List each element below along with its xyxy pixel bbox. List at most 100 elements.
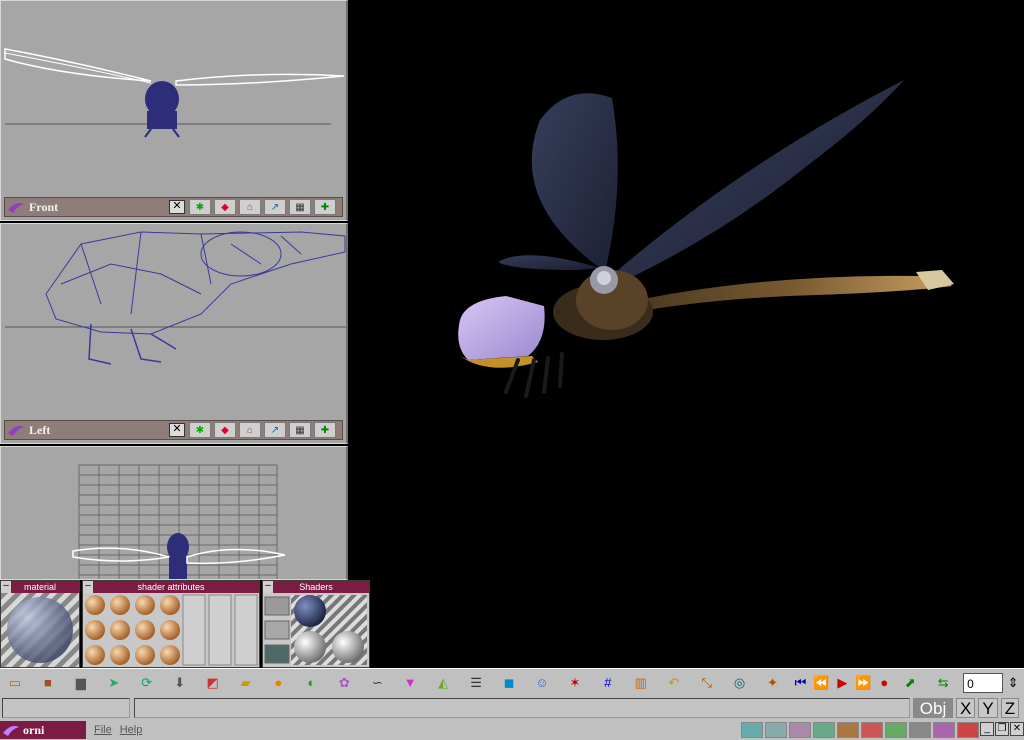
home-view-icon[interactable]: ⌂ bbox=[239, 199, 261, 215]
tray-tool-icon[interactable] bbox=[813, 722, 835, 738]
tray-tool-icon[interactable] bbox=[861, 722, 883, 738]
app-logo-icon bbox=[3, 725, 19, 736]
status-row: Obj X Y Z bbox=[0, 696, 1024, 720]
funnel-icon[interactable]: ▼ bbox=[395, 671, 425, 695]
zoom-icon[interactable]: ↗ bbox=[264, 422, 286, 438]
shaders-panel: – Shaders bbox=[262, 580, 370, 668]
left-wireframe bbox=[5, 231, 346, 365]
top-viewport[interactable] bbox=[0, 446, 348, 580]
play-icon[interactable]: ▶ bbox=[832, 671, 852, 695]
app-tab[interactable]: orni bbox=[0, 721, 86, 739]
grid-icon[interactable]: ▦ bbox=[289, 422, 311, 438]
orbit-icon[interactable]: ◎ bbox=[725, 671, 755, 695]
top-wireframe bbox=[72, 464, 286, 579]
render-icon[interactable]: ✦ bbox=[758, 671, 788, 695]
close-window-button[interactable]: ✕ bbox=[1010, 722, 1024, 736]
tray-tool-icon[interactable] bbox=[741, 722, 763, 738]
left-viewport[interactable]: Left ✕ ✱ ◆ ⌂ ↗ ▦ ✚ bbox=[0, 223, 348, 444]
undo-icon[interactable]: ↶ bbox=[659, 671, 689, 695]
axis-icon[interactable]: ✚ bbox=[314, 422, 336, 438]
rotate-icon[interactable]: ⟳ bbox=[132, 671, 162, 695]
shader-attributes-panel: – shader attributes bbox=[82, 580, 260, 668]
shader-library-swatches[interactable] bbox=[263, 593, 369, 667]
tray-tool-icon[interactable] bbox=[933, 722, 955, 738]
restore-window-button[interactable]: ❐ bbox=[995, 722, 1009, 736]
status-field-main bbox=[134, 698, 910, 718]
pyramid-icon[interactable]: ◭ bbox=[428, 671, 458, 695]
panel-header: – material bbox=[1, 581, 79, 593]
viewport-title: Left bbox=[29, 422, 51, 437]
sphere-icon[interactable]: ● bbox=[264, 671, 294, 695]
material-panel: – material bbox=[0, 580, 80, 668]
grid-icon[interactable]: ▦ bbox=[289, 199, 311, 215]
panel-title: shader attributes bbox=[137, 582, 205, 592]
y-axis-button[interactable]: Y bbox=[978, 698, 998, 718]
blob-icon[interactable]: ✿ bbox=[329, 671, 359, 695]
rewind-icon[interactable]: ⏪ bbox=[811, 671, 831, 695]
front-wireframe bbox=[4, 48, 345, 138]
layers-icon[interactable]: ☰ bbox=[461, 671, 491, 695]
tray-tool-icon[interactable] bbox=[885, 722, 907, 738]
frame-stepper-icon[interactable]: ⇕ bbox=[1003, 671, 1023, 695]
tray-tool-icon[interactable] bbox=[765, 722, 787, 738]
menu-help[interactable]: Help bbox=[120, 724, 143, 736]
box-blue-icon[interactable]: ◼ bbox=[494, 671, 524, 695]
plane-icon[interactable]: ▰ bbox=[231, 671, 261, 695]
camera-icon[interactable]: ▆ bbox=[66, 671, 96, 695]
panel-title: Shaders bbox=[299, 582, 333, 592]
z-axis-button[interactable]: Z bbox=[1000, 698, 1020, 718]
first-frame-icon[interactable]: ⏮ bbox=[791, 671, 811, 695]
panel-header: – shader attributes bbox=[83, 581, 259, 593]
scale-icon[interactable]: ⤡ bbox=[692, 671, 722, 695]
keyframe-icon[interactable]: ⬈ bbox=[895, 671, 925, 695]
split-sphere-icon[interactable]: ◐ bbox=[296, 671, 326, 695]
dolly-icon[interactable]: ◆ bbox=[214, 199, 236, 215]
menu-file[interactable]: File bbox=[94, 724, 112, 736]
axis-icon[interactable]: ✚ bbox=[314, 199, 336, 215]
tray-tool-icon[interactable] bbox=[789, 722, 811, 738]
frame-number-field[interactable]: 0 bbox=[963, 672, 1004, 693]
minimize-window-button[interactable]: _ bbox=[980, 722, 994, 736]
move-down-icon[interactable]: ⬇ bbox=[165, 671, 195, 695]
curve-icon[interactable]: ∽ bbox=[362, 671, 392, 695]
fast-forward-icon[interactable]: ⏩ bbox=[853, 671, 873, 695]
front-viewport-bar: Front ✕ ✱ ◆ ⌂ ↗ ▦ ✚ bbox=[4, 197, 343, 217]
select-group-icon[interactable]: ▭ bbox=[0, 671, 30, 695]
trackball-icon[interactable]: ✱ bbox=[189, 199, 211, 215]
tray-icons: _ ❐ ✕ bbox=[739, 722, 1024, 738]
pointer-icon[interactable]: ➤ bbox=[99, 671, 129, 695]
panel-title: material bbox=[23, 582, 56, 592]
close-viewport-button[interactable]: ✕ bbox=[169, 200, 185, 214]
object-mode-button[interactable]: Obj bbox=[913, 698, 953, 718]
tray-tool-icon[interactable] bbox=[909, 722, 931, 738]
panel-minimize-button[interactable]: – bbox=[83, 581, 93, 593]
app-name: orni bbox=[23, 722, 45, 737]
cube-icon[interactable]: ■ bbox=[33, 671, 63, 695]
front-viewport[interactable]: Front ✕ ✱ ◆ ⌂ ↗ ▦ ✚ bbox=[0, 0, 348, 221]
figure-icon[interactable]: ☺ bbox=[527, 671, 557, 695]
axes-icon[interactable]: ✶ bbox=[560, 671, 590, 695]
close-viewport-button[interactable]: ✕ bbox=[169, 423, 185, 437]
shader-attribute-swatches[interactable] bbox=[83, 593, 259, 667]
tray-tool-icon[interactable] bbox=[957, 722, 979, 738]
app-logo-icon bbox=[8, 202, 24, 213]
box-icon[interactable]: ◩ bbox=[198, 671, 228, 695]
grid-icon[interactable]: # bbox=[593, 671, 623, 695]
loop-icon[interactable]: ⇆ bbox=[928, 671, 958, 695]
x-axis-button[interactable]: X bbox=[956, 698, 976, 718]
app-logo-icon bbox=[8, 425, 24, 436]
main-toolbar: ▭ ■ ▆ ➤ ⟳ ⬇ ◩ ▰ ● ◐ ✿ ∽ ▼ ◭ ☰ ◼ ☺ ✶ # ▥ … bbox=[0, 668, 1024, 696]
material-preview-swatch[interactable] bbox=[1, 593, 79, 667]
panel-minimize-button[interactable]: – bbox=[263, 581, 273, 593]
home-view-icon[interactable]: ⌂ bbox=[239, 422, 261, 438]
extrude-icon[interactable]: ▥ bbox=[626, 671, 656, 695]
dolly-icon[interactable]: ◆ bbox=[214, 422, 236, 438]
trackball-icon[interactable]: ✱ bbox=[189, 422, 211, 438]
render-viewport[interactable] bbox=[348, 0, 1024, 668]
record-icon[interactable]: ● bbox=[874, 671, 894, 695]
viewport-title: Front bbox=[29, 199, 59, 214]
panel-minimize-button[interactable]: – bbox=[1, 581, 11, 593]
tray-tool-icon[interactable] bbox=[837, 722, 859, 738]
zoom-icon[interactable]: ↗ bbox=[264, 199, 286, 215]
left-viewport-bar: Left ✕ ✱ ◆ ⌂ ↗ ▦ ✚ bbox=[4, 420, 343, 440]
